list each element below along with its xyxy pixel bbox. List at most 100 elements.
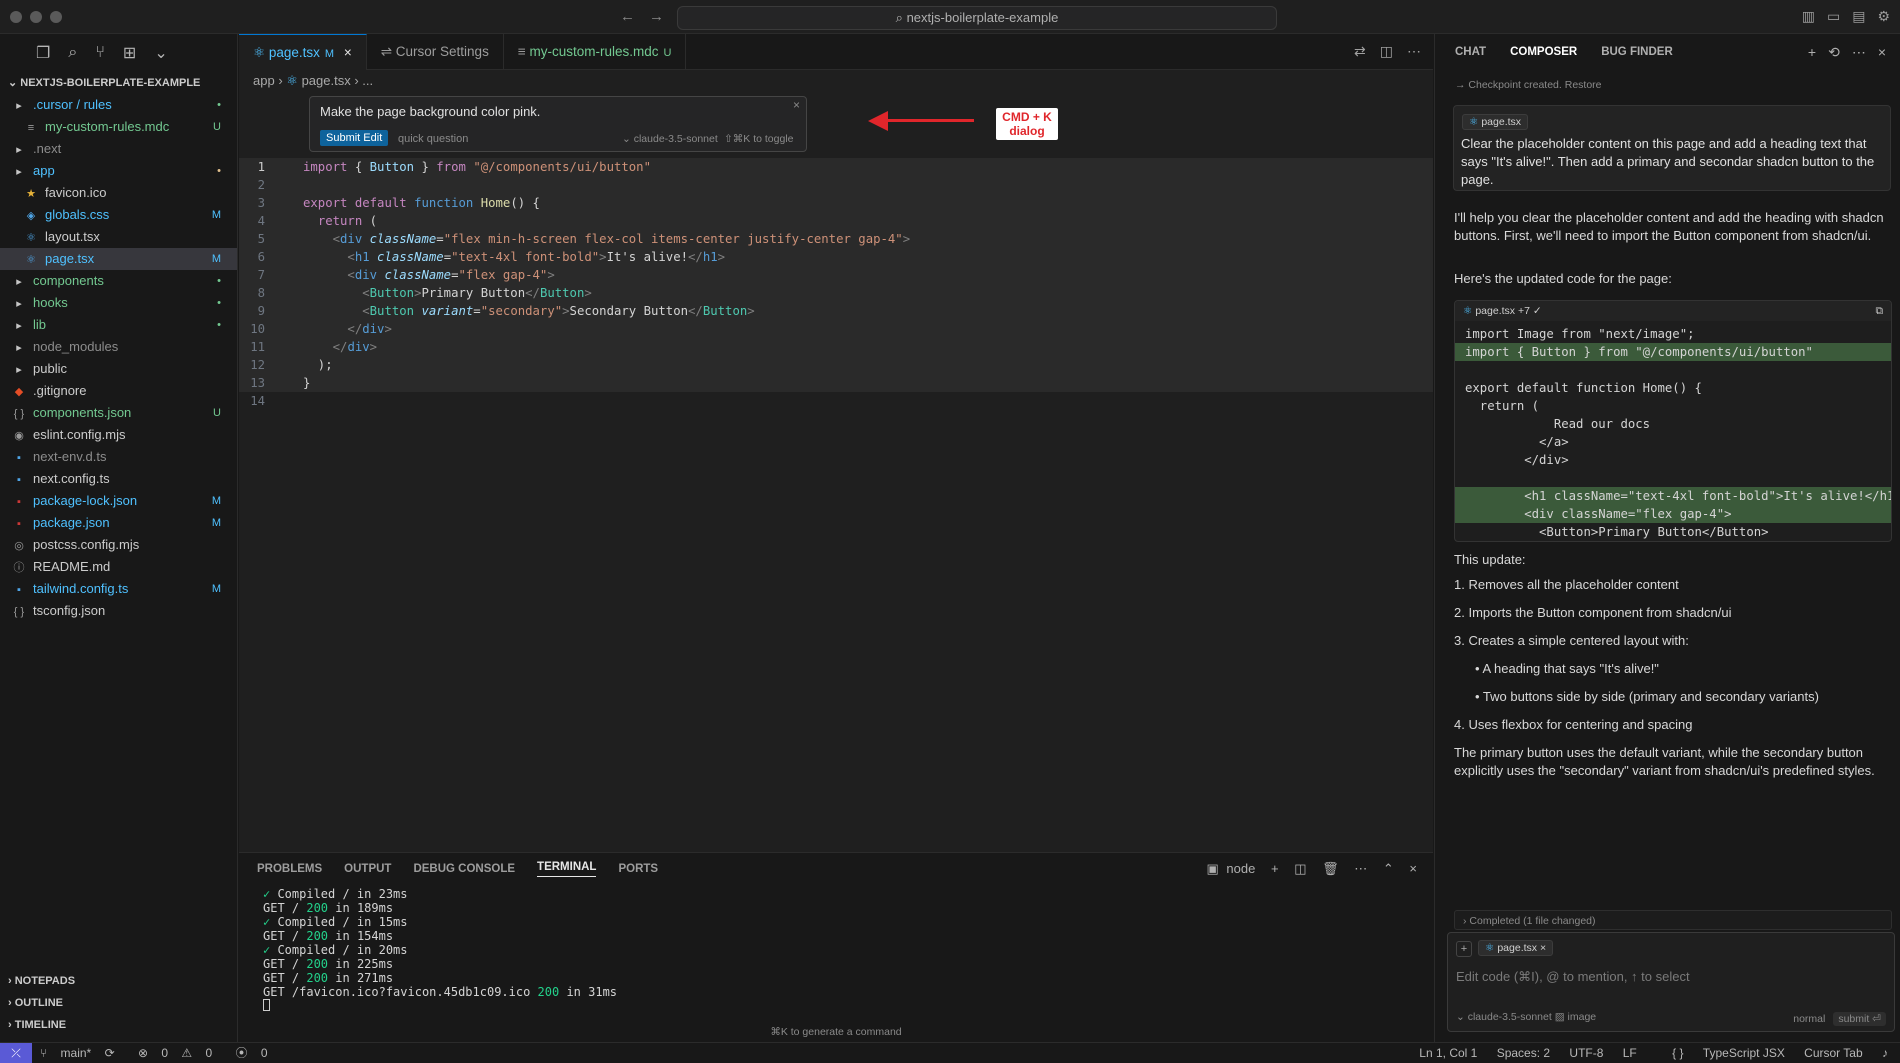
add-terminal-icon[interactable]: + — [1271, 861, 1279, 876]
context-file-chip[interactable]: ⚛ page.tsx × — [1478, 940, 1554, 956]
code-line[interactable]: 9 <Button variant="secondary">Secondary … — [239, 302, 1433, 320]
remote-icon[interactable]: ⤫ — [0, 1043, 32, 1063]
code-line[interactable]: 6 <h1 className="text-4xl font-bold">It'… — [239, 248, 1433, 266]
composer-input[interactable]: Edit code (⌘I), @ to mention, ↑ to selec… — [1456, 969, 1690, 985]
composer-model-selector[interactable]: claude-3.5-sonnet — [1468, 1011, 1552, 1023]
extensions-icon[interactable]: ⊞ — [123, 43, 136, 63]
compare-icon[interactable]: ⇄ — [1354, 43, 1366, 59]
section-timeline[interactable]: › TIMELINE — [0, 1014, 238, 1036]
completed-summary[interactable]: › Completed (1 file changed) — [1454, 910, 1892, 930]
close-tab-icon[interactable]: × — [340, 45, 352, 60]
editor-tab[interactable]: ⚛ page.tsx M × — [239, 34, 367, 70]
panel-tab-debug-console[interactable]: DEBUG CONSOLE — [413, 863, 515, 875]
quick-question-button[interactable]: quick question — [398, 133, 468, 145]
close-icon[interactable]: × — [1537, 942, 1546, 954]
file-tree-item[interactable]: ⚛ layout.tsx — [0, 226, 237, 248]
breadcrumb-file[interactable]: page.tsx — [302, 73, 351, 88]
file-tree-item[interactable]: { } tsconfig.json — [0, 600, 237, 622]
submit-edit-button[interactable]: Submit Edit — [320, 130, 389, 146]
submit-button[interactable]: submit ⏎ — [1833, 1012, 1886, 1026]
file-tree-item[interactable]: ▸ lib • — [0, 314, 237, 336]
panel-tab-problems[interactable]: PROBLEMS — [257, 863, 322, 875]
chevron-down-icon[interactable]: ⌄ — [154, 43, 167, 63]
restore-link[interactable]: Restore — [1565, 79, 1602, 91]
zoom-window-icon[interactable] — [50, 11, 62, 23]
file-tree-item[interactable]: ▸ .next — [0, 138, 237, 160]
more-icon[interactable]: ⋯ — [1407, 43, 1421, 59]
eol-status[interactable]: LF — [1623, 1046, 1637, 1060]
close-icon[interactable]: × — [793, 98, 800, 112]
file-tree-item[interactable]: ▪ next-env.d.ts — [0, 446, 237, 468]
encoding-status[interactable]: UTF-8 — [1569, 1046, 1603, 1060]
breadcrumb-app[interactable]: app — [253, 73, 275, 88]
file-tree-item[interactable]: ≡ my-custom-rules.mdc U — [0, 116, 237, 138]
file-tree-item[interactable]: { } components.json U — [0, 402, 237, 424]
file-tree-item[interactable]: ⚛ page.tsx M — [0, 248, 237, 270]
code-editor[interactable]: 1 import { Button } from "@/components/ui… — [239, 158, 1433, 410]
toggle-sidebar-icon[interactable]: ▥ — [1802, 8, 1815, 24]
file-chip[interactable]: ⚛ page.tsx — [1462, 114, 1529, 130]
close-icon[interactable]: × — [1878, 44, 1886, 60]
file-tree-item[interactable]: ◈ globals.css M — [0, 204, 237, 226]
code-line[interactable]: 8 <Button>Primary Button</Button> — [239, 284, 1433, 302]
code-line[interactable]: 5 <div className="flex min-h-screen flex… — [239, 230, 1433, 248]
cursor-tab-status[interactable]: Cursor Tab — [1804, 1046, 1862, 1060]
bell-icon[interactable]: ♪ — [1882, 1046, 1888, 1060]
file-tree-item[interactable]: ▪ tailwind.config.ts M — [0, 578, 237, 600]
back-arrow-icon[interactable]: ← — [620, 8, 635, 25]
terminal-shell-label[interactable]: node — [1226, 861, 1255, 876]
branch-status[interactable]: ⑂ main* ⟳ — [40, 1046, 125, 1060]
forward-arrow-icon[interactable]: → — [649, 8, 664, 25]
maximize-panel-icon[interactable]: ⌃ — [1383, 861, 1394, 876]
code-line[interactable]: 1 import { Button } from "@/components/ui… — [239, 158, 1433, 176]
trash-icon[interactable]: 🗑 — [1322, 861, 1339, 876]
add-context-icon[interactable]: + — [1456, 941, 1472, 957]
close-window-icon[interactable] — [10, 11, 22, 23]
file-tree-item[interactable]: ▸ public — [0, 358, 237, 380]
history-icon[interactable]: ⟲ — [1828, 44, 1840, 60]
code-line[interactable]: 11 </div> — [239, 338, 1433, 356]
file-tree-item[interactable]: ⓘ README.md — [0, 556, 237, 578]
ports-status[interactable]: ⦿ 0 — [236, 1046, 278, 1060]
source-control-icon[interactable]: ⑂ — [95, 44, 105, 62]
editor-tab[interactable]: ≡ my-custom-rules.mdc U — [504, 34, 687, 70]
toggle-secondary-sidebar-icon[interactable]: ▤ — [1852, 8, 1865, 24]
more-icon[interactable]: ⋯ — [1852, 44, 1866, 60]
file-tree-item[interactable]: ▸ components • — [0, 270, 237, 292]
image-button[interactable]: image — [1568, 1011, 1597, 1023]
copy-icon[interactable]: ⧉ — [1876, 301, 1884, 321]
add-icon[interactable]: + — [1808, 44, 1816, 60]
toggle-panel-icon[interactable]: ▭ — [1827, 8, 1840, 24]
section-outline[interactable]: › OUTLINE — [0, 992, 238, 1014]
minimize-window-icon[interactable] — [30, 11, 42, 23]
breadcrumb-symbol[interactable]: ... — [362, 73, 373, 88]
more-icon[interactable]: ⋯ — [1354, 861, 1367, 876]
code-line[interactable]: 13} — [239, 374, 1433, 392]
cursor-position[interactable]: Ln 1, Col 1 — [1419, 1046, 1477, 1060]
language-status[interactable]: { } TypeScript JSX — [1656, 1046, 1785, 1060]
cmdk-prompt-input[interactable]: Make the page background color pink. — [320, 104, 540, 119]
file-tree-item[interactable]: ▪ package.json M — [0, 512, 237, 534]
split-editor-icon[interactable]: ◫ — [1380, 43, 1393, 59]
files-icon[interactable]: ❐ — [36, 43, 50, 63]
file-tree-item[interactable]: ◎ postcss.config.mjs — [0, 534, 237, 556]
file-tree-item[interactable]: ▸ node_modules — [0, 336, 237, 358]
file-tree-item[interactable]: ◆ .gitignore — [0, 380, 237, 402]
terminal-cursor[interactable] — [263, 999, 1433, 1013]
panel-tab-output[interactable]: OUTPUT — [344, 863, 391, 875]
file-tree-item[interactable]: ★ favicon.ico — [0, 182, 237, 204]
chat-tab-composer[interactable]: COMPOSER — [1510, 46, 1577, 58]
settings-gear-icon[interactable]: ⚙ — [1877, 8, 1890, 24]
split-terminal-icon[interactable]: ◫ — [1294, 861, 1306, 876]
code-diff-filename[interactable]: page.tsx +7 ✓ — [1475, 305, 1541, 317]
panel-tab-terminal[interactable]: TERMINAL — [537, 861, 597, 877]
editor-tab[interactable]: ⇌ Cursor Settings — [367, 34, 504, 70]
problems-status[interactable]: ⊗ 0 ⚠ 0 — [138, 1046, 222, 1060]
chat-tab-chat[interactable]: CHAT — [1455, 46, 1486, 58]
terminal-output[interactable]: ✓ Compiled / in 23ms GET / 200 in 189ms ✓ … — [239, 885, 1433, 1013]
file-tree-item[interactable]: ▸ app • — [0, 160, 237, 182]
code-line[interactable]: 3 export default function Home() { — [239, 194, 1433, 212]
explorer-root[interactable]: ⌄ NEXTJS-BOILERPLATE-EXAMPLE — [0, 72, 237, 94]
code-line[interactable]: 4 return ( — [239, 212, 1433, 230]
code-line[interactable]: 10 </div> — [239, 320, 1433, 338]
